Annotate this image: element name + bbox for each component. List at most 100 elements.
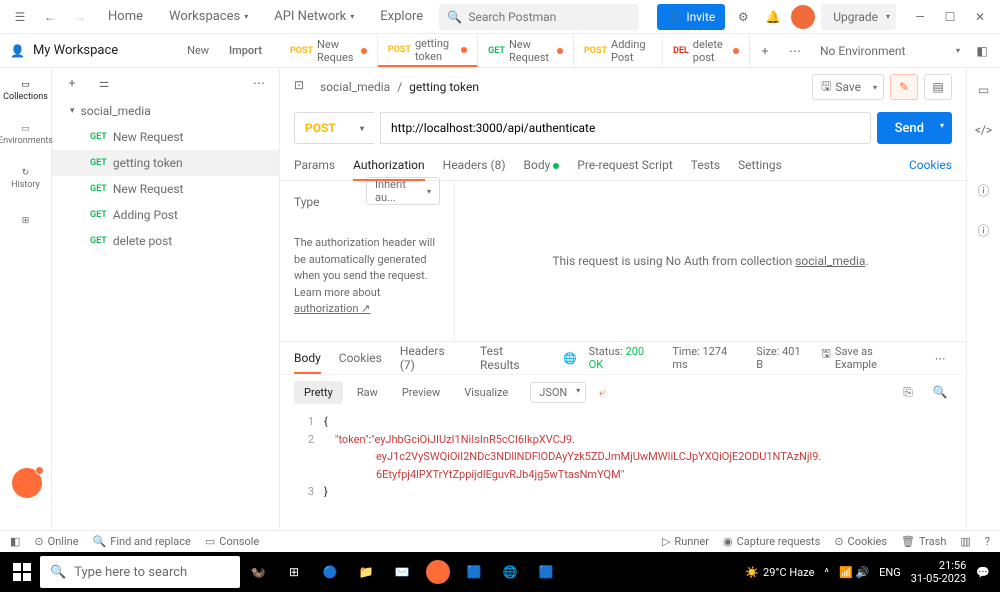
tb-postman-icon[interactable] [420,552,456,592]
minimize-icon[interactable]: — [908,5,932,29]
save-example-button[interactable]: 🖫Save as Example [822,345,917,371]
tree-collection[interactable]: ▾ social_media [52,98,279,124]
workspace-name[interactable]: My Workspace [33,43,118,58]
windows-start[interactable] [4,552,40,592]
nav-explore[interactable]: Explore [370,9,433,24]
maximize-icon[interactable]: ☐ [938,5,962,29]
tab-settings[interactable]: Settings [738,150,782,180]
windows-search[interactable]: 🔍 Type here to search [40,556,240,588]
resp-tab-tests[interactable]: Test Results [480,336,545,380]
forward-icon[interactable]: → [68,5,92,29]
edit-icon[interactable]: ✎ [890,74,918,100]
comment-icon[interactable]: ▤ [924,74,952,100]
related-icon[interactable]: ⓘ [972,218,996,242]
search-input[interactable] [468,10,631,24]
resp-tab-body[interactable]: Body [294,343,321,373]
nav-api-network[interactable]: API Network▾ [264,9,364,24]
weather[interactable]: ☀️ 29°C Haze [745,566,814,579]
auth-type-select[interactable]: Inherit au...▾ [366,177,440,205]
wrap-icon[interactable]: ⤶ [590,380,614,404]
sidebar-more-icon[interactable]: ⋯ [247,71,271,95]
view-raw[interactable]: Raw [347,381,388,404]
close-icon[interactable]: ✕ [968,5,992,29]
save-button[interactable]: 🖫Save [812,74,884,100]
environment-select[interactable]: No Environment▾ [810,44,970,58]
add-tab-button[interactable]: + [750,44,780,58]
url-input[interactable] [380,112,871,144]
cookies-link[interactable]: Cookies [909,158,952,172]
clock[interactable]: 21:5631-05-2023 [911,559,967,585]
tb-app-icon[interactable]: 🟦 [456,552,492,592]
copy-icon[interactable]: ⎘ [896,380,920,404]
info-icon[interactable]: ⓘ [972,178,996,202]
tb-edge-icon[interactable]: 🔵 [312,552,348,592]
sb-trash[interactable]: 🗑 Trash [901,535,946,548]
sb-help-icon[interactable]: ? [985,535,990,548]
auth-learn-link[interactable]: authorization ↗ [294,302,370,315]
tab-prerequest[interactable]: Pre-request Script [577,150,672,180]
import-button[interactable]: Import [221,40,270,61]
add-collection-icon[interactable]: + [60,71,84,95]
tree-request[interactable]: GETAdding Post [52,202,279,228]
breadcrumb[interactable]: social_media / getting token [320,80,479,94]
request-tab[interactable]: DELdelete post [663,34,750,67]
filter-icon[interactable]: ⚌ [92,71,116,95]
request-tab[interactable]: POSTNew Reques [280,34,378,67]
send-button[interactable]: Send [877,112,952,144]
tab-authorization[interactable]: Authorization [353,150,425,180]
sb-cookies[interactable]: ⊙ Cookies [834,535,887,548]
tab-tests[interactable]: Tests [691,150,720,180]
tab-params[interactable]: Params [294,150,335,180]
tree-request[interactable]: GETdelete post [52,228,279,254]
format-select[interactable]: JSON [530,382,586,403]
hamburger-icon[interactable]: ☰ [8,5,32,29]
new-button[interactable]: New [179,40,217,61]
tb-mail-icon[interactable]: ✉️ [384,552,420,592]
tb-explorer-icon[interactable]: 📁 [348,552,384,592]
tb-vscode-icon[interactable]: 🟦 [528,552,564,592]
sb-runner[interactable]: ▷ Runner [662,535,709,548]
env-quicklook-icon[interactable]: ◧ [970,39,994,63]
sb-find[interactable]: 🔍 Find and replace [93,535,191,548]
tb-cortana-icon[interactable]: 🦦 [240,552,276,592]
postman-logo[interactable] [12,468,42,498]
back-icon[interactable]: ← [38,5,62,29]
invite-button[interactable]: 👤Invite [657,4,725,30]
docs-icon[interactable]: ▭ [972,78,996,102]
tab-overflow-icon[interactable]: ⋯ [780,44,810,58]
tab-headers[interactable]: Headers (8) [443,150,506,180]
view-visualize[interactable]: Visualize [454,381,518,404]
tb-chrome-icon[interactable]: 🌐 [492,552,528,592]
tree-request[interactable]: GETNew Request [52,124,279,150]
resp-tab-headers[interactable]: Headers (7) [400,336,462,380]
globe-icon[interactable]: 🌐 [563,352,577,365]
sb-capture[interactable]: ◉ Capture requests [723,535,820,548]
nav-workspaces[interactable]: Workspaces▾ [159,9,258,24]
tray-chevron-icon[interactable]: ^ [824,566,829,579]
request-tab[interactable]: POSTAdding Post [574,34,663,67]
method-select[interactable]: POST▾ [294,112,374,144]
sb-sidebar-icon[interactable]: ◧ [10,535,20,548]
notifications-tray-icon[interactable]: 💬 [976,566,990,579]
request-tab[interactable]: POSTgetting token [378,34,478,67]
rail-environments[interactable]: ▭Environments [0,120,57,150]
sb-console[interactable]: ▭ Console [205,535,259,548]
resp-tab-cookies[interactable]: Cookies [339,343,382,373]
global-search[interactable]: 🔍 [439,4,639,30]
sb-online[interactable]: ⊙ Online [34,535,78,548]
upgrade-button[interactable]: Upgrade [821,4,896,30]
notifications-icon[interactable]: 🔔 [761,5,785,29]
rail-history[interactable]: ↻History [7,164,44,194]
search-response-icon[interactable]: 🔍 [928,380,952,404]
nav-home[interactable]: Home [98,9,153,24]
response-body[interactable]: 1{ 2 "token": "eyJhbGciOiJIUzI1NiIsInR5c… [280,409,966,505]
resp-more-icon[interactable]: ⋯ [928,346,952,370]
auth-collection-link[interactable]: social_media [795,254,865,268]
avatar[interactable] [791,5,815,29]
tray-lang[interactable]: ENG [879,566,901,579]
tray-icons[interactable]: 📶 🔊 [839,566,869,579]
sb-panes-icon[interactable]: ▥ [960,535,970,548]
view-pretty[interactable]: Pretty [294,381,343,404]
settings-icon[interactable]: ⚙ [731,5,755,29]
tree-request[interactable]: GETgetting token [52,150,279,176]
